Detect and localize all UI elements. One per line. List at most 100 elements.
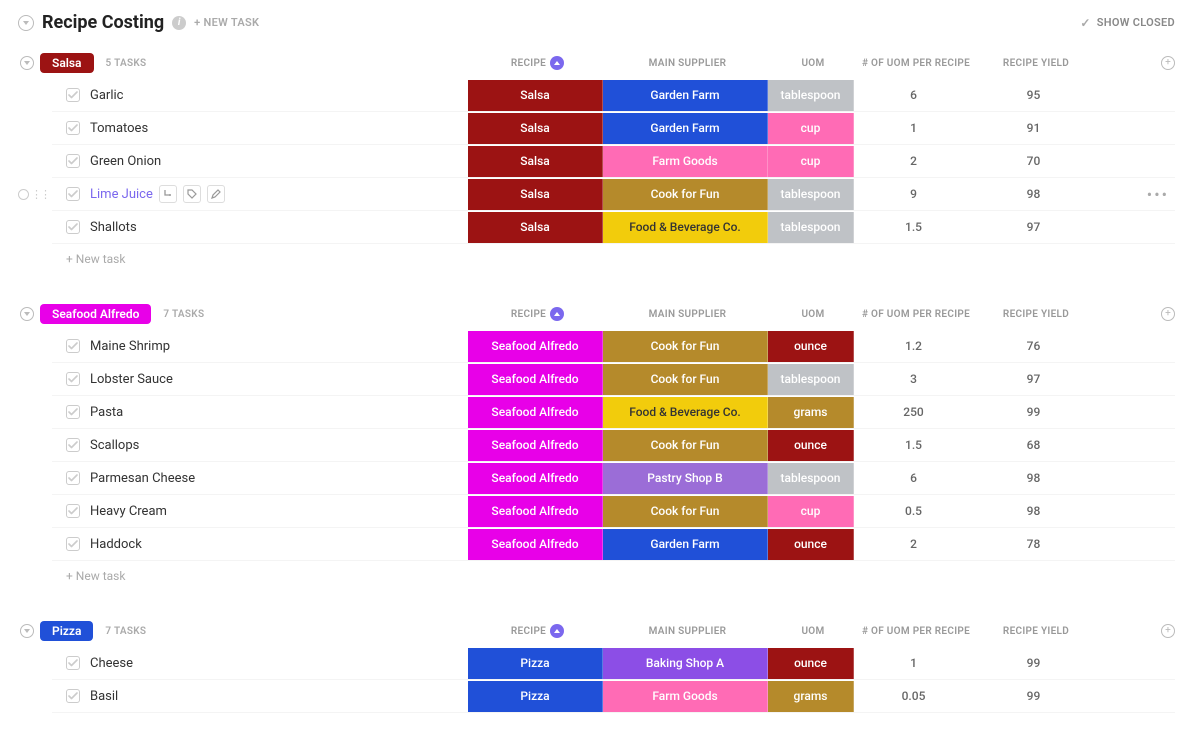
table-row[interactable]: ⋮⋮ Basil Pizza Farm Goods grams 0.05 99 … — [52, 680, 1175, 713]
task-name[interactable]: Tomatoes — [90, 121, 468, 136]
cell-uom[interactable]: tablespoon — [768, 364, 854, 395]
new-task-button[interactable]: + NEW TASK — [194, 16, 259, 29]
task-status-check[interactable] — [66, 372, 80, 386]
table-row[interactable]: ⋮⋮ Maine Shrimp Seafood Alfredo Cook for… — [52, 330, 1175, 363]
cell-yield[interactable]: 98 — [974, 496, 1094, 527]
cell-yield[interactable]: 76 — [974, 331, 1094, 362]
cell-uom[interactable]: tablespoon — [768, 179, 854, 210]
task-name[interactable]: Maine Shrimp — [90, 339, 468, 354]
table-row[interactable]: ⋮⋮ Lobster Sauce Seafood Alfredo Cook fo… — [52, 363, 1175, 396]
cell-uom[interactable]: ounce — [768, 331, 854, 362]
cell-uom[interactable]: ounce — [768, 529, 854, 560]
col-supplier[interactable]: MAIN SUPPLIER — [605, 58, 770, 69]
cell-num-uom[interactable]: 1.5 — [854, 212, 974, 243]
table-row[interactable]: ⋮⋮ Scallops Seafood Alfredo Cook for Fun… — [52, 429, 1175, 462]
task-status-check[interactable] — [66, 438, 80, 452]
cell-uom[interactable]: grams — [768, 397, 854, 428]
cell-yield[interactable]: 91 — [974, 113, 1094, 144]
task-status-check[interactable] — [66, 689, 80, 703]
cell-uom[interactable]: ounce — [768, 648, 854, 679]
table-row[interactable]: ⋮⋮ Haddock Seafood Alfredo Garden Farm o… — [52, 528, 1175, 561]
table-row[interactable]: ⋮⋮ Shallots Salsa Food & Beverage Co. ta… — [52, 211, 1175, 244]
row-select-radio[interactable] — [18, 189, 29, 200]
table-row[interactable]: ⋮⋮ Lime Juice Salsa Cook for Fun tablesp… — [52, 178, 1175, 211]
cell-num-uom[interactable]: 1.5 — [854, 430, 974, 461]
cell-num-uom[interactable]: 6 — [854, 80, 974, 111]
task-name[interactable]: Green Onion — [90, 154, 468, 169]
group-pill[interactable]: Salsa — [40, 53, 94, 73]
col-yield[interactable]: RECIPE YIELD — [976, 309, 1096, 320]
cell-num-uom[interactable]: 250 — [854, 397, 974, 428]
group-collapse-toggle[interactable] — [20, 56, 34, 70]
table-row[interactable]: ⋮⋮ Green Onion Salsa Farm Goods cup 2 70… — [52, 145, 1175, 178]
add-column-button[interactable] — [1161, 307, 1175, 321]
cell-supplier[interactable]: Farm Goods — [603, 681, 768, 712]
add-column-button[interactable] — [1161, 624, 1175, 638]
cell-num-uom[interactable]: 1 — [854, 648, 974, 679]
cell-yield[interactable]: 99 — [974, 397, 1094, 428]
task-name[interactable]: Haddock — [90, 537, 468, 552]
cell-uom[interactable]: grams — [768, 681, 854, 712]
cell-uom[interactable]: tablespoon — [768, 212, 854, 243]
table-row[interactable]: ⋮⋮ Heavy Cream Seafood Alfredo Cook for … — [52, 495, 1175, 528]
cell-recipe[interactable]: Salsa — [468, 113, 603, 144]
edit-icon[interactable] — [207, 185, 225, 203]
task-name[interactable]: Shallots — [90, 220, 468, 235]
cell-uom[interactable]: tablespoon — [768, 80, 854, 111]
cell-supplier[interactable]: Cook for Fun — [603, 331, 768, 362]
task-status-check[interactable] — [66, 339, 80, 353]
cell-yield[interactable]: 99 — [974, 648, 1094, 679]
task-status-check[interactable] — [66, 88, 80, 102]
table-row[interactable]: ⋮⋮ Garlic Salsa Garden Farm tablespoon 6… — [52, 79, 1175, 112]
cell-recipe[interactable]: Seafood Alfredo — [468, 331, 603, 362]
cell-num-uom[interactable]: 1.2 — [854, 331, 974, 362]
cell-recipe[interactable]: Salsa — [468, 146, 603, 177]
cell-supplier[interactable]: Pastry Shop B — [603, 463, 768, 494]
col-yield[interactable]: RECIPE YIELD — [976, 626, 1096, 637]
cell-num-uom[interactable]: 9 — [854, 179, 974, 210]
cell-supplier[interactable]: Cook for Fun — [603, 496, 768, 527]
cell-num-uom[interactable]: 2 — [854, 146, 974, 177]
tag-icon[interactable] — [183, 185, 201, 203]
sort-asc-icon[interactable] — [550, 56, 564, 70]
cell-supplier[interactable]: Food & Beverage Co. — [603, 212, 768, 243]
cell-supplier[interactable]: Cook for Fun — [603, 179, 768, 210]
cell-supplier[interactable]: Food & Beverage Co. — [603, 397, 768, 428]
cell-yield[interactable]: 97 — [974, 212, 1094, 243]
cell-yield[interactable]: 95 — [974, 80, 1094, 111]
cell-uom[interactable]: tablespoon — [768, 463, 854, 494]
cell-num-uom[interactable]: 2 — [854, 529, 974, 560]
cell-yield[interactable]: 70 — [974, 146, 1094, 177]
cell-recipe[interactable]: Seafood Alfredo — [468, 496, 603, 527]
sort-asc-icon[interactable] — [550, 307, 564, 321]
sort-asc-icon[interactable] — [550, 624, 564, 638]
cell-recipe[interactable]: Seafood Alfredo — [468, 529, 603, 560]
col-uom[interactable]: UOM — [770, 58, 856, 69]
task-status-check[interactable] — [66, 537, 80, 551]
task-status-check[interactable] — [66, 121, 80, 135]
cell-num-uom[interactable]: 0.05 — [854, 681, 974, 712]
cell-num-uom[interactable]: 6 — [854, 463, 974, 494]
cell-recipe[interactable]: Salsa — [468, 212, 603, 243]
task-status-check[interactable] — [66, 154, 80, 168]
cell-supplier[interactable]: Garden Farm — [603, 529, 768, 560]
task-name[interactable]: Heavy Cream — [90, 504, 468, 519]
task-status-check[interactable] — [66, 220, 80, 234]
cell-yield[interactable]: 99 — [974, 681, 1094, 712]
cell-supplier[interactable]: Garden Farm — [603, 113, 768, 144]
task-status-check[interactable] — [66, 405, 80, 419]
cell-recipe[interactable]: Pizza — [468, 681, 603, 712]
col-uom[interactable]: UOM — [770, 626, 856, 637]
cell-recipe[interactable]: Seafood Alfredo — [468, 397, 603, 428]
cell-num-uom[interactable]: 3 — [854, 364, 974, 395]
row-more-icon[interactable]: ••• — [1147, 185, 1169, 204]
show-closed-toggle[interactable]: ✓ SHOW CLOSED — [1080, 16, 1175, 30]
new-task-row[interactable]: + New task — [66, 244, 1175, 274]
task-status-check[interactable] — [66, 656, 80, 670]
cell-supplier[interactable]: Baking Shop A — [603, 648, 768, 679]
cell-recipe[interactable]: Seafood Alfredo — [468, 364, 603, 395]
cell-recipe[interactable]: Salsa — [468, 179, 603, 210]
subtask-icon[interactable] — [159, 185, 177, 203]
cell-uom[interactable]: cup — [768, 496, 854, 527]
cell-num-uom[interactable]: 1 — [854, 113, 974, 144]
